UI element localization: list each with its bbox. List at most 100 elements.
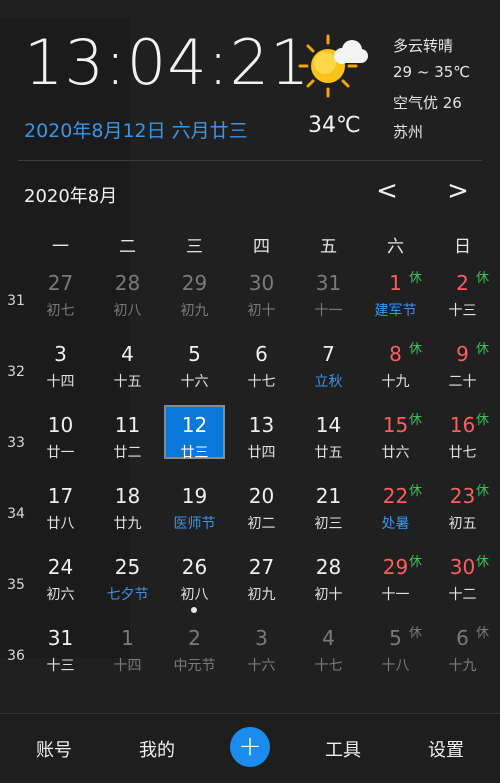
temperature-range: 29 ~ 35℃ [393,63,471,81]
day-cell[interactable]: 3 十六 [228,622,295,692]
day-cell[interactable]: 5 十六 [161,338,228,408]
tab-account[interactable]: 账号 [14,736,94,762]
lunar-date: 初五 [448,516,477,532]
day-cell[interactable]: 17 廿八 [27,480,94,550]
weekday-label: 一 [52,237,69,257]
day-cell[interactable]: 14 廿五 [295,409,362,479]
day-cell[interactable]: 30 十二休 [429,551,496,621]
header: 13:04:21 2020年8月12日 六月廿三 34℃ 多云转晴 29 ~ 3… [0,0,500,160]
day-number: 3 [255,626,268,650]
day-number: 29 [181,271,208,295]
next-month-button[interactable]: > [443,176,473,206]
day-cell[interactable]: 3 十四 [27,338,94,408]
add-button[interactable]: + [230,727,270,767]
day-cell[interactable]: 21 初三 [295,480,362,550]
day-number: 5 [188,342,201,366]
day-cell[interactable]: 28 初十 [295,551,362,621]
day-cell[interactable]: 1 十四 [94,622,161,692]
holiday-badge: 休 [409,342,423,357]
holiday-badge: 休 [409,626,423,641]
day-cell-selected[interactable]: 12 廿三 [161,405,228,479]
lunar-date: 十五 [113,374,142,390]
day-cell[interactable]: 8 十九休 [362,338,429,408]
holiday-badge: 休 [476,555,490,570]
lunar-date: 初十 [314,587,343,603]
lunar-date: 初八 [180,587,209,603]
weekday-label: 六 [387,237,404,257]
bottom-nav: 账号 我的 + 工具 设置 [0,714,500,783]
city-name[interactable]: 苏州 [393,121,423,142]
date-line[interactable]: 2020年8月12日 六月廿三 [24,116,248,143]
day-cell[interactable]: 4 十五 [94,338,161,408]
day-number: 24 [47,555,74,579]
holiday-badge: 休 [409,413,423,428]
day-cell[interactable]: 16 廿七休 [429,409,496,479]
month-title[interactable]: 2020年8月 [24,182,117,208]
lunar-date: 廿五 [314,445,343,461]
day-cell[interactable]: 6 十七 [228,338,295,408]
lunar-date: 十六 [247,658,276,674]
day-cell[interactable]: 15 廿六休 [362,409,429,479]
festival-label: 七夕节 [106,587,149,603]
weekday-label: 三 [186,237,203,257]
day-cell[interactable]: 9 二十休 [429,338,496,408]
holiday-badge: 休 [476,413,490,428]
day-cell[interactable]: 26 初八 [161,551,228,621]
air-quality: 空气优 26 [393,94,462,112]
day-cell[interactable]: 4 十七 [295,622,362,692]
weekday-label: 日 [454,237,471,257]
lunar-date: 廿七 [448,445,477,461]
lunar-date: 廿四 [247,445,276,461]
weekday-label: 四 [253,237,270,257]
day-cell[interactable]: 6 十九休 [429,622,496,692]
day-cell[interactable]: 5 十八休 [362,622,429,692]
day-number: 28 [315,555,342,579]
lunar-date: 初六 [46,587,75,603]
lunar-date: 十八 [381,658,410,674]
day-cell[interactable]: 27 初九 [228,551,295,621]
day-cell[interactable]: 19 医师节 [161,480,228,550]
day-cell[interactable]: 31 十一 [295,267,362,337]
day-cell[interactable]: 24 初六 [27,551,94,621]
day-cell[interactable]: 29 十一休 [362,551,429,621]
holiday-badge: 休 [409,271,423,286]
day-cell[interactable]: 13 廿四 [228,409,295,479]
day-cell[interactable]: 1 建军节休 [362,267,429,337]
festival-label: 处暑 [381,516,410,532]
day-cell[interactable]: 23 初五休 [429,480,496,550]
day-number: 1 [121,626,134,650]
day-number: 13 [248,413,275,437]
day-cell[interactable]: 22 处暑休 [362,480,429,550]
day-number: 18 [114,484,141,508]
tab-settings[interactable]: 设置 [406,736,486,762]
event-dot [191,607,197,613]
day-cell[interactable]: 29 初九 [161,267,228,337]
lunar-date: 十一 [381,587,410,603]
day-cell[interactable]: 10 廿一 [27,409,94,479]
day-number: 19 [181,484,208,508]
day-number: 12 [181,413,208,437]
lunar-date: 十三 [448,303,477,319]
day-cell[interactable]: 7 立秋 [295,338,362,408]
lunar-date: 廿六 [381,445,410,461]
day-cell[interactable]: 2 中元节 [161,622,228,692]
day-number: 28 [114,271,141,295]
lunar-date: 十九 [448,658,477,674]
festival-label: 立秋 [314,374,343,390]
day-cell[interactable]: 18 廿九 [94,480,161,550]
day-cell[interactable]: 31 十三 [27,622,94,692]
tab-tools[interactable]: 工具 [303,736,383,762]
prev-month-button[interactable]: < [372,176,402,206]
lunar-date: 廿二 [113,445,142,461]
day-number: 3 [54,342,67,366]
day-cell[interactable]: 30 初十 [228,267,295,337]
day-cell[interactable]: 25 七夕节 [94,551,161,621]
tab-mine[interactable]: 我的 [117,736,197,762]
day-cell[interactable]: 28 初八 [94,267,161,337]
day-cell[interactable]: 11 廿二 [94,409,161,479]
day-cell[interactable]: 20 初二 [228,480,295,550]
lunar-date: 十三 [46,658,75,674]
day-cell[interactable]: 2 十三休 [429,267,496,337]
day-number: 31 [315,271,342,295]
day-cell[interactable]: 27 初七 [27,267,94,337]
